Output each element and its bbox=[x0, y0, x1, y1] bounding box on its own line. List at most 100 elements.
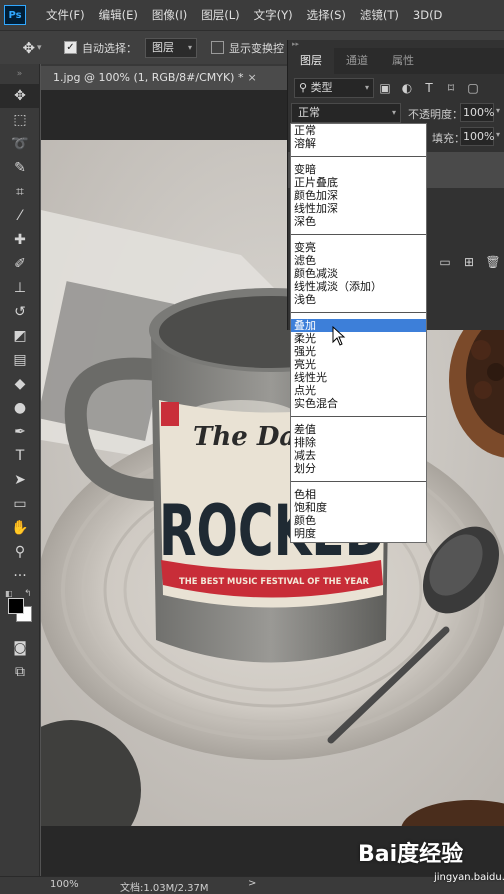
blend-mode-option[interactable]: 叠加 bbox=[291, 319, 426, 332]
menu-layer[interactable]: 图层(L) bbox=[201, 7, 239, 23]
menu-image[interactable]: 图像(I) bbox=[152, 7, 187, 23]
blend-mode-list: 正常 溶解变暗 正片叠底 颜色加深 线性加深 深色变亮 滤色 颜色减淡 线性减淡（添加） 浅色叠加… bbox=[290, 123, 427, 543]
blend-mode-option[interactable]: 柔光 bbox=[291, 332, 426, 345]
menu-select[interactable]: 选择(S) bbox=[307, 7, 346, 23]
blend-mode-option[interactable]: 亮光 bbox=[291, 358, 426, 371]
auto-select-label: 自动选择： bbox=[82, 41, 137, 55]
blend-row: 正常 ▾ 不透明度： 100% ▾ bbox=[288, 102, 504, 124]
blend-mode-option[interactable]: 浅色 bbox=[291, 293, 426, 306]
new-layer-icon[interactable]: ⊞ bbox=[457, 255, 481, 269]
watermark-url: jingyan.baidu.com bbox=[434, 872, 504, 883]
blend-mode-option[interactable]: 颜色 bbox=[291, 514, 426, 527]
search-icon: ⚲ bbox=[299, 81, 311, 94]
shape-filter-icon[interactable]: ⌑ bbox=[440, 81, 462, 95]
quick-select-tool-icon[interactable]: ✎ bbox=[0, 156, 40, 180]
type-tool-icon[interactable]: T bbox=[0, 444, 40, 468]
dodge-tool-icon[interactable]: ● bbox=[0, 396, 40, 420]
blend-mode-option[interactable]: 差值 bbox=[291, 423, 426, 436]
marquee-tool-icon[interactable]: ⬚ bbox=[0, 108, 40, 132]
blend-mode-option[interactable]: 滤色 bbox=[291, 254, 426, 267]
brush-tool-icon[interactable]: ✐ bbox=[0, 252, 40, 276]
blend-mode-option[interactable]: 正常 bbox=[291, 124, 426, 137]
clone-stamp-tool-icon[interactable]: ⊥ bbox=[0, 276, 40, 300]
blend-mode-option[interactable]: 点光 bbox=[291, 384, 426, 397]
smart-object-filter-icon[interactable]: ▢ bbox=[462, 81, 484, 95]
close-icon[interactable]: × bbox=[247, 71, 256, 84]
adjustment-filter-icon[interactable]: ◐ bbox=[396, 81, 418, 95]
zoom-level[interactable]: 100% bbox=[50, 879, 79, 890]
menu-type[interactable]: 文字(Y) bbox=[254, 7, 293, 23]
blend-mode-option[interactable]: 饱和度 bbox=[291, 501, 426, 514]
tab-channels[interactable]: 通道 bbox=[334, 48, 380, 74]
blend-mode-option[interactable]: 明度 bbox=[291, 527, 426, 540]
history-brush-tool-icon[interactable]: ↺ bbox=[0, 300, 40, 324]
document-tab[interactable]: 1.jpg @ 100% (1, RGB/8#/CMYK) * × bbox=[41, 66, 287, 90]
crop-tool-icon[interactable]: ⌗ bbox=[0, 180, 40, 204]
tab-properties[interactable]: 属性 bbox=[380, 48, 426, 74]
chevron-down-icon[interactable]: ▾ bbox=[496, 130, 500, 139]
blur-tool-icon[interactable]: ◆ bbox=[0, 372, 40, 396]
tool-preset-picker[interactable]: ✥ ▾ bbox=[18, 38, 46, 58]
blend-mode-option[interactable]: 变亮 bbox=[291, 241, 426, 254]
healing-brush-tool-icon[interactable]: ✚ bbox=[0, 228, 40, 252]
fill-input[interactable]: 100% bbox=[460, 127, 494, 146]
menu-3d[interactable]: 3D(D bbox=[413, 8, 443, 22]
eraser-tool-icon[interactable]: ◩ bbox=[0, 324, 40, 348]
blend-mode-option[interactable]: 排除 bbox=[291, 436, 426, 449]
screen-mode-icon[interactable]: ⧉ bbox=[0, 660, 40, 684]
blend-mode-option[interactable]: 线性减淡（添加） bbox=[291, 280, 426, 293]
zoom-tool-icon[interactable]: ⚲ bbox=[0, 540, 40, 564]
panel-tabs: 图层 通道 属性 bbox=[288, 48, 504, 74]
blend-mode-option[interactable]: 划分 bbox=[291, 462, 426, 475]
chevron-down-icon: ▾ bbox=[364, 83, 369, 92]
blend-mode-option[interactable]: 减去 bbox=[291, 449, 426, 462]
blend-mode-option[interactable]: 颜色减淡 bbox=[291, 267, 426, 280]
eyedropper-tool-icon[interactable]: ⁄ bbox=[0, 204, 40, 228]
move-tool-icon[interactable]: ✥ bbox=[0, 84, 40, 108]
blend-mode-option[interactable]: 颜色加深 bbox=[291, 189, 426, 202]
status-menu-arrow-icon[interactable]: > bbox=[248, 878, 256, 889]
menu-separator bbox=[291, 475, 426, 488]
path-selection-tool-icon[interactable]: ➤ bbox=[0, 468, 40, 492]
new-group-icon[interactable]: ▭ bbox=[433, 255, 457, 269]
blend-mode-option[interactable]: 强光 bbox=[291, 345, 426, 358]
blend-mode-option[interactable]: 深色 bbox=[291, 215, 426, 228]
photoshop-logo-icon[interactable]: Ps bbox=[4, 5, 26, 25]
default-colors-icon[interactable]: ◧ bbox=[5, 589, 13, 598]
blend-mode-option[interactable]: 溶解 bbox=[291, 137, 426, 150]
blend-mode-option[interactable]: 线性加深 bbox=[291, 202, 426, 215]
blend-mode-option[interactable]: 变暗 bbox=[291, 163, 426, 176]
menu-edit[interactable]: 编辑(E) bbox=[99, 7, 138, 23]
layer-filter-row: ⚲ 类型 ▾ ▣ ◐ T ⌑ ▢ bbox=[288, 74, 504, 102]
opacity-input[interactable]: 100% bbox=[460, 103, 494, 122]
gradient-tool-icon[interactable]: ▤ bbox=[0, 348, 40, 372]
chevron-down-icon: ▾ bbox=[37, 42, 42, 53]
menu-file[interactable]: 文件(F) bbox=[46, 7, 85, 23]
rectangle-tool-icon[interactable]: ▭ bbox=[0, 492, 40, 516]
pixel-filter-icon[interactable]: ▣ bbox=[374, 81, 396, 95]
panel-grip-icon[interactable]: ▸▸ bbox=[288, 40, 504, 48]
filter-kind-dropdown[interactable]: ⚲ 类型 ▾ bbox=[294, 78, 374, 98]
pen-tool-icon[interactable]: ✒ bbox=[0, 420, 40, 444]
quick-mask-icon[interactable]: ◙ bbox=[0, 636, 40, 660]
edit-toolbar-icon[interactable]: ··· bbox=[0, 564, 40, 588]
blend-mode-option[interactable]: 正片叠底 bbox=[291, 176, 426, 189]
lasso-tool-icon[interactable]: ➰ bbox=[0, 132, 40, 156]
blend-mode-option[interactable]: 线性光 bbox=[291, 371, 426, 384]
type-filter-icon[interactable]: T bbox=[418, 81, 440, 95]
show-transform-checkbox[interactable] bbox=[211, 41, 224, 54]
auto-select-target-dropdown[interactable]: 图层 ▾ bbox=[145, 37, 197, 58]
blend-mode-option[interactable]: 实色混合 bbox=[291, 397, 426, 410]
tab-layers[interactable]: 图层 bbox=[288, 48, 334, 74]
panel-collapse-icon[interactable]: » bbox=[0, 64, 39, 84]
blend-mode-option[interactable]: 色相 bbox=[291, 488, 426, 501]
foreground-color-swatch[interactable] bbox=[8, 598, 24, 614]
chevron-down-icon[interactable]: ▾ bbox=[496, 106, 500, 115]
document-size: 文档:1.03M/2.37M bbox=[120, 883, 209, 894]
trash-icon[interactable]: 🗑 bbox=[481, 255, 504, 269]
swap-colors-icon[interactable]: ↰ bbox=[24, 589, 32, 599]
menu-filter[interactable]: 滤镜(T) bbox=[360, 7, 399, 23]
auto-select-checkbox[interactable]: ✓ bbox=[64, 41, 77, 54]
blend-mode-dropdown[interactable]: 正常 ▾ bbox=[291, 103, 401, 123]
hand-tool-icon[interactable]: ✋ bbox=[0, 516, 40, 540]
